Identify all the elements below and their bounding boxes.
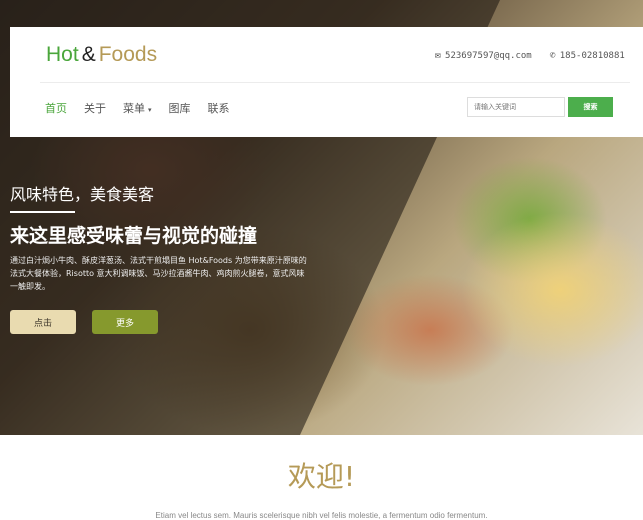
welcome-text: Etiam vel lectus sem. Mauris scelerisque… bbox=[155, 511, 488, 520]
contact-email[interactable]: 523697597@qq.com bbox=[445, 51, 532, 61]
nav-item-menu[interactable]: 菜单 ▾ bbox=[123, 100, 152, 116]
brand-part-hot: Hot bbox=[46, 43, 79, 66]
contact-phone[interactable]: 185-02810881 bbox=[560, 51, 625, 61]
main-nav: 首页 关于 菜单 ▾ 图库 联系 bbox=[45, 100, 230, 116]
brand-ampersand: & bbox=[81, 43, 96, 66]
header-divider bbox=[40, 82, 630, 83]
nav-item-menu-label: 菜单 bbox=[123, 102, 145, 115]
nav-item-home[interactable]: 首页 bbox=[45, 100, 67, 116]
chevron-down-icon: ▾ bbox=[148, 106, 152, 114]
hero-description: 通过白汁焗小牛肉、酥皮洋葱汤、法式干煎塌目鱼 Hot&Foods 为您带来原汁原… bbox=[10, 256, 307, 291]
hero-tagline: 风味特色，美食美客 bbox=[10, 185, 155, 204]
contact-info: ✉ 523697597@qq.com ✆ 185-02810881 bbox=[435, 50, 625, 61]
hero-headline: 来这里感受味蕾与视觉的碰撞 bbox=[10, 225, 258, 247]
welcome-title: 欢迎! bbox=[287, 460, 356, 493]
brand-part-foods: Foods bbox=[98, 43, 158, 66]
nav-item-gallery[interactable]: 图库 bbox=[169, 100, 191, 116]
hero-tagline-underline bbox=[10, 211, 75, 213]
click-button[interactable]: 点击 bbox=[10, 310, 76, 334]
header: Hot & Foods ✉ 523697597@qq.com ✆ 185-02810… bbox=[10, 27, 643, 137]
nav-item-contact[interactable]: 联系 bbox=[208, 100, 230, 116]
search-button[interactable]: 搜索 bbox=[568, 97, 613, 117]
phone-icon: ✆ bbox=[549, 50, 556, 61]
brand-logo[interactable]: Hot & Foods bbox=[46, 43, 157, 67]
envelope-icon: ✉ bbox=[435, 50, 442, 61]
search-input[interactable] bbox=[467, 97, 565, 117]
more-button[interactable]: 更多 bbox=[92, 310, 158, 334]
nav-item-about[interactable]: 关于 bbox=[84, 100, 106, 116]
